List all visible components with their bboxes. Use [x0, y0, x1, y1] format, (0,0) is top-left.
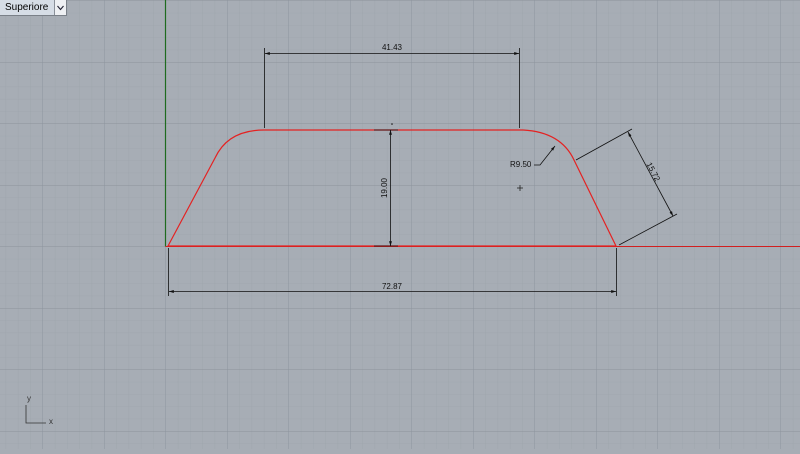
viewport-title[interactable]: Superiore [0, 0, 56, 15]
viewport-tab[interactable]: Superiore [0, 0, 68, 16]
dimension-top-width-label: 41.43 [382, 43, 403, 52]
chevron-down-icon[interactable] [55, 0, 67, 15]
dimension-bottom-width-label: 72.87 [382, 282, 403, 291]
grid-major [0, 0, 800, 449]
axis-widget-y: y [27, 394, 31, 403]
viewport-top[interactable]: 41.43 19.00 72.87 R9.50 15.72 y x Superi… [0, 0, 800, 449]
dimension-radius-label: R9.50 [510, 160, 532, 169]
dimension-height-label: 19.00 [380, 177, 389, 198]
axis-widget-x: x [49, 417, 53, 426]
drawing-canvas[interactable]: 41.43 19.00 72.87 R9.50 15.72 y x [0, 0, 800, 449]
